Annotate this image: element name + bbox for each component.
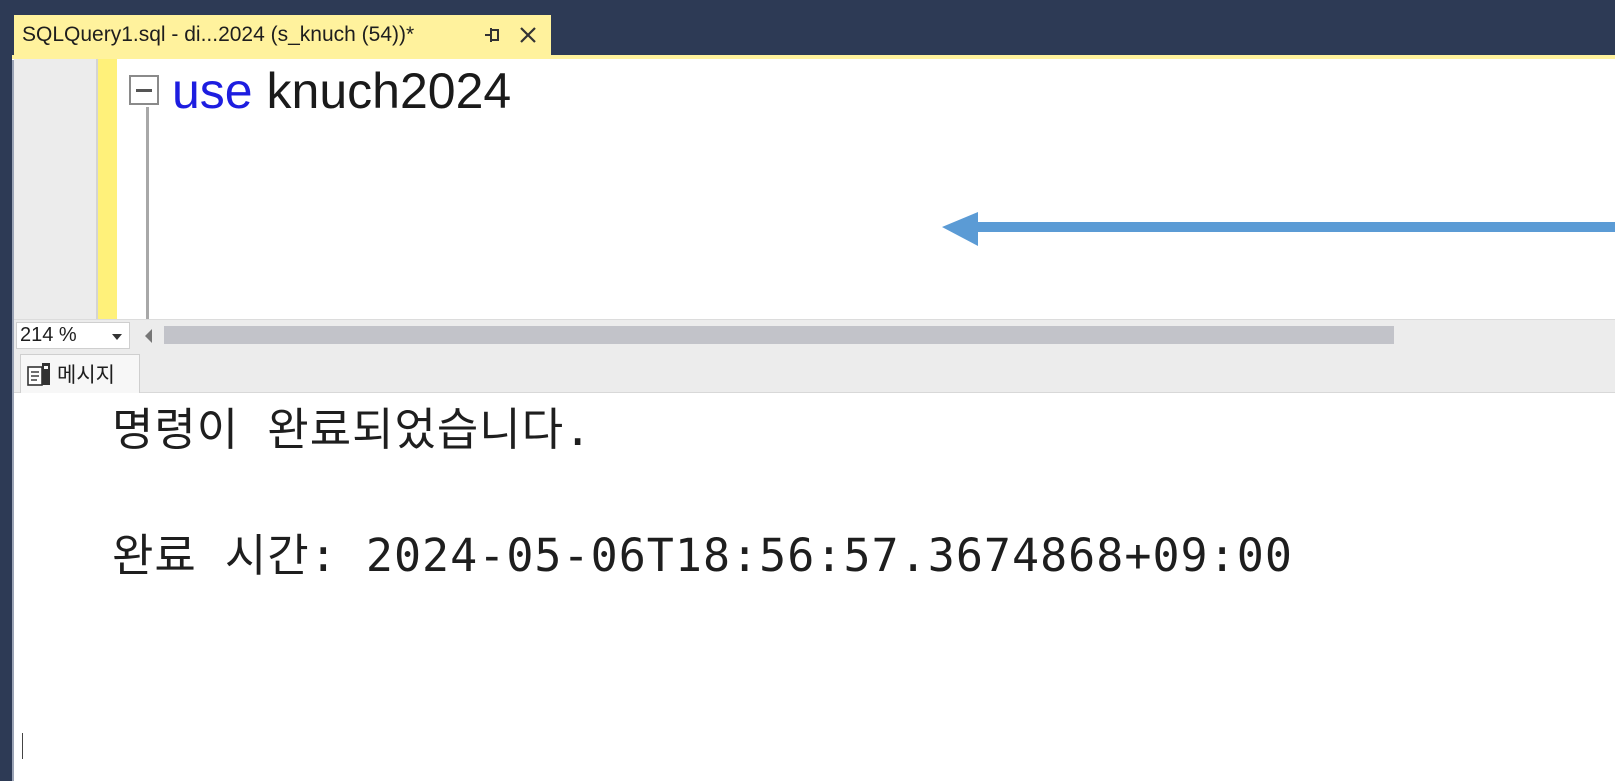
zoom-value: 214 %	[20, 324, 77, 346]
document-tab[interactable]: SQLQuery1.sql - di...2024 (s_knuch (54))…	[14, 15, 551, 55]
pin-icon[interactable]	[482, 25, 502, 45]
zoom-and-scroll-row: 214 %	[14, 319, 1615, 351]
tab-messages[interactable]: 메시지	[20, 354, 140, 393]
document-tab-strip: SQLQuery1.sql - di...2024 (s_knuch (54))…	[12, 15, 1615, 55]
scroll-left-arrow-icon[interactable]	[142, 326, 156, 346]
chevron-down-icon	[112, 334, 122, 340]
completion-time-message: 완료 시간: 2024-05-06T18:56:57.3674868+09:00	[112, 529, 1293, 582]
window-frame-left	[0, 0, 12, 781]
fold-guide-line	[146, 107, 149, 319]
annotation-arrow-icon	[942, 212, 1615, 246]
collapse-minus-icon[interactable]	[129, 75, 159, 105]
sql-keyword-use: use	[172, 63, 253, 119]
completion-message: 명령이 완료되었습니다.	[112, 403, 593, 456]
zoom-dropdown[interactable]: 214 %	[16, 322, 130, 349]
document-tab-title: SQLQuery1.sql - di...2024 (s_knuch (54))…	[22, 23, 415, 46]
horizontal-scrollbar-thumb[interactable]	[164, 326, 1394, 344]
change-tracking-bar	[98, 59, 117, 319]
messages-icon	[27, 363, 50, 386]
line-number-gutter	[14, 59, 96, 319]
text-caret	[22, 733, 23, 759]
code-line-1[interactable]: use knuch2024	[172, 63, 511, 119]
close-icon[interactable]	[518, 25, 538, 45]
messages-panel[interactable]: 명령이 완료되었습니다. 완료 시간: 2024-05-06T18:56:57.…	[14, 393, 1615, 781]
tab-messages-label: 메시지	[57, 363, 115, 387]
results-tab-strip: 메시지	[14, 351, 1615, 393]
query-editor[interactable]: use knuch2024	[14, 59, 1615, 319]
window-frame-top	[0, 0, 1615, 15]
ssms-window: SQLQuery1.sql - di...2024 (s_knuch (54))…	[0, 0, 1615, 781]
database-identifier: knuch2024	[266, 63, 512, 119]
